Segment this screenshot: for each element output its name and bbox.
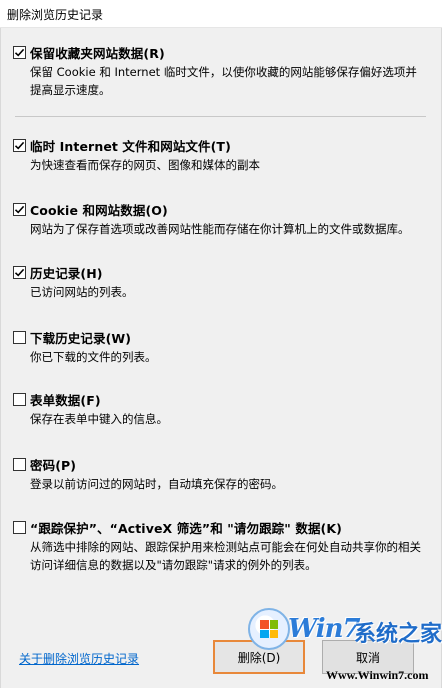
option-label: Cookie 和网站数据(O)	[30, 202, 168, 218]
checkbox-checked-icon[interactable]	[13, 138, 26, 152]
delete-button[interactable]: 删除(D)	[213, 640, 305, 674]
option-history[interactable]: 历史记录(H) 已访问网站的列表。	[13, 263, 433, 301]
option-passwords[interactable]: 密码(P) 登录以前访问过的网站时，自动填充保存的密码。	[13, 455, 433, 493]
option-tracking-protection[interactable]: “跟踪保护”、“ActiveX 筛选”和 "请勿跟踪" 数据(K) 从筛选中排除…	[13, 518, 433, 574]
option-cookies[interactable]: Cookie 和网站数据(O) 网站为了保存首选项或改善网站性能而存储在你计算机…	[13, 200, 433, 238]
dialog-content: 保留收藏夹网站数据(R) 保留 Cookie 和 Internet 临时文件，以…	[0, 28, 442, 688]
checkbox-unchecked-icon[interactable]	[13, 520, 26, 534]
checkbox-unchecked-icon[interactable]	[13, 330, 26, 344]
window-title: 删除浏览历史记录	[7, 8, 104, 22]
separator	[15, 116, 426, 117]
checkbox-unchecked-icon[interactable]	[13, 457, 26, 471]
option-label: 密码(P)	[30, 457, 77, 473]
about-delete-history-link[interactable]: 关于删除浏览历史记录	[19, 650, 139, 667]
option-temp-files[interactable]: 临时 Internet 文件和网站文件(T) 为快速查看而保存的网页、图像和媒体…	[13, 136, 433, 174]
option-form-data[interactable]: 表单数据(F) 保存在表单中键入的信息。	[13, 390, 433, 428]
option-description: 保存在表单中键入的信息。	[30, 412, 168, 426]
checkbox-checked-icon[interactable]	[13, 45, 26, 59]
cancel-button[interactable]: 取消	[322, 640, 414, 674]
option-description: 登录以前访问过的网站时，自动填充保存的密码。	[30, 477, 283, 491]
option-label: 下载历史记录(W)	[30, 330, 132, 346]
checkbox-unchecked-icon[interactable]	[13, 392, 26, 406]
option-description: 保留 Cookie 和 Internet 临时文件，以使你收藏的网站能够保存偏好…	[30, 65, 417, 97]
checkbox-checked-icon[interactable]	[13, 202, 26, 216]
option-preserve-favorites[interactable]: 保留收藏夹网站数据(R) 保留 Cookie 和 Internet 临时文件，以…	[13, 43, 433, 99]
option-description: 网站为了保存首选项或改善网站性能而存储在你计算机上的文件或数据库。	[30, 222, 410, 236]
option-description: 从筛选中排除的网站、跟踪保护用来检测站点可能会在何处自动共享你的相关访问详细信息…	[30, 540, 421, 572]
option-download-history[interactable]: 下载历史记录(W) 你已下载的文件的列表。	[13, 328, 433, 366]
option-label: 历史记录(H)	[30, 265, 103, 281]
option-description: 已访问网站的列表。	[30, 285, 134, 299]
option-description: 为快速查看而保存的网页、图像和媒体的副本	[30, 158, 260, 172]
checkbox-checked-icon[interactable]	[13, 265, 26, 279]
option-label: “跟踪保护”、“ActiveX 筛选”和 "请勿跟踪" 数据(K)	[30, 520, 342, 536]
option-label: 表单数据(F)	[30, 392, 101, 408]
title-bar: 删除浏览历史记录	[0, 0, 442, 28]
option-label: 临时 Internet 文件和网站文件(T)	[30, 138, 231, 154]
option-label: 保留收藏夹网站数据(R)	[30, 45, 165, 61]
option-description: 你已下载的文件的列表。	[30, 350, 157, 364]
